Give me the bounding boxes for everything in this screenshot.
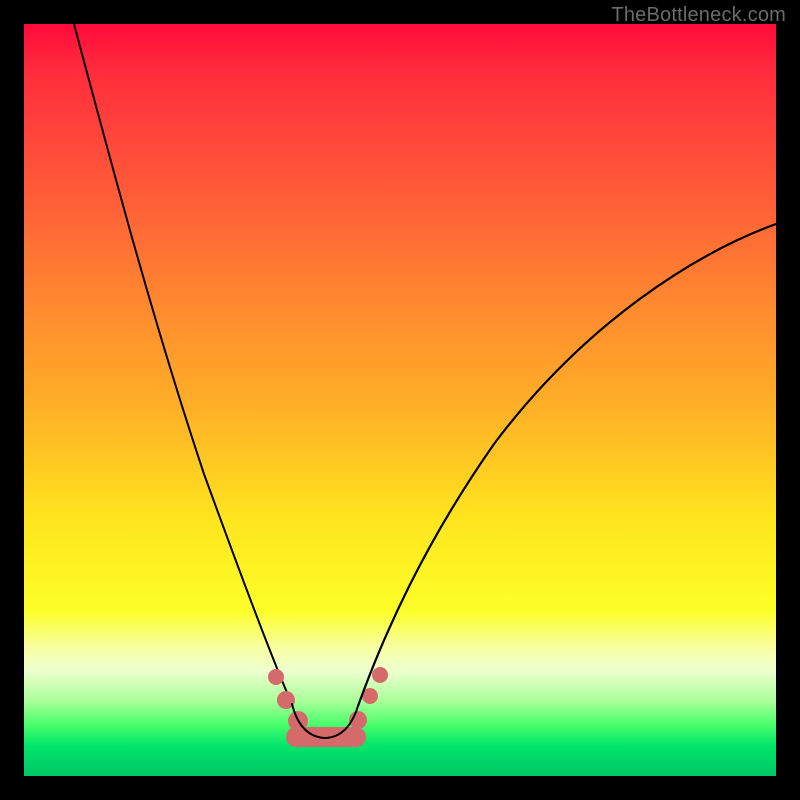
chart-plot-area (24, 24, 776, 776)
marker-dot (268, 669, 284, 685)
marker-dot (372, 667, 388, 683)
curve-valley-markers (268, 667, 388, 747)
curve-left-branch (74, 24, 292, 704)
curve-right-branch (358, 224, 776, 706)
bottleneck-curve (24, 24, 776, 776)
